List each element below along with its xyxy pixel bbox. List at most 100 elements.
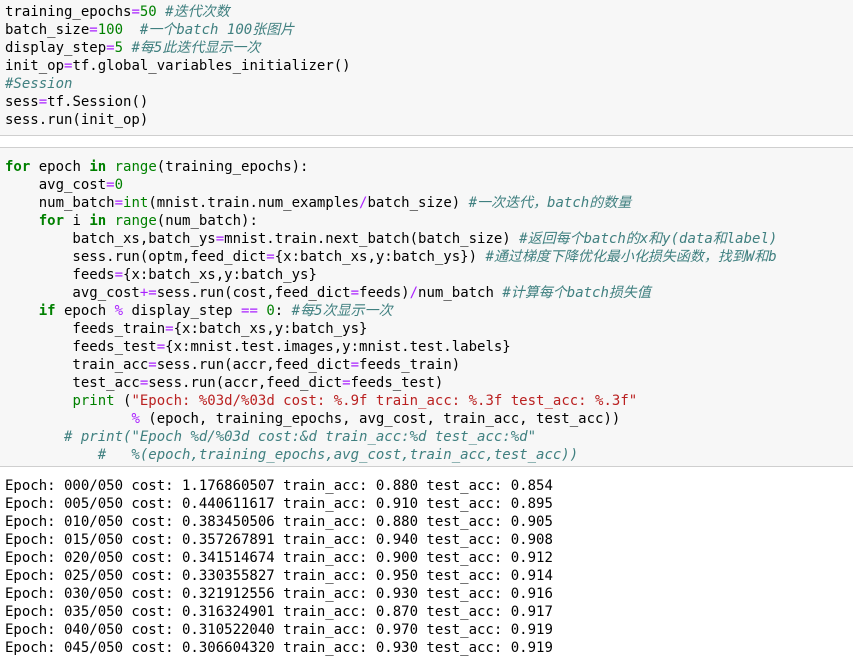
code-token: int xyxy=(123,195,149,211)
code-token: "Epoch: %03d/%03d cost: %.9f train_acc: … xyxy=(131,393,638,409)
code-line: feeds_test={x:mnist.test.images,y:mnist.… xyxy=(5,338,511,356)
code-line: if epoch % display_step == 0: #每5次显示一次 xyxy=(5,302,393,320)
code-line: train_acc=sess.run(accr,feed_dict=feeds_… xyxy=(5,356,460,374)
code-line: init_op=tf.global_variables_initializer(… xyxy=(5,57,351,75)
code-token: feeds_train) xyxy=(359,357,461,373)
code-token: % xyxy=(131,411,140,427)
code-line: % (epoch, training_epochs, avg_cost, tra… xyxy=(5,410,620,428)
code-cell-training-loop[interactable]: for epoch in range(training_epochs): avg… xyxy=(0,147,853,467)
code-token: train_acc xyxy=(5,357,149,373)
code-token: training_epochs xyxy=(5,4,132,20)
code-token: 50 xyxy=(139,4,157,20)
code-token: epoch xyxy=(55,303,115,319)
code-comment: # %(epoch,training_epochs,avg_cost,train… xyxy=(97,447,579,463)
code-comment: #一个batch 100张图片 xyxy=(139,22,295,38)
code-token: = xyxy=(106,40,115,56)
code-line: avg_cost=0 xyxy=(5,176,123,194)
code-token: tf.global_variables_initializer() xyxy=(72,58,351,74)
code-token: avg_cost xyxy=(5,285,140,301)
code-token: {x:batch_xs,y:batch_ys}) xyxy=(274,249,486,265)
cell-output: Epoch: 000/050 cost: 1.176860507 train_a… xyxy=(0,468,853,670)
code-token: for xyxy=(38,213,65,229)
output-line: Epoch: 040/050 cost: 0.310522040 train_a… xyxy=(5,622,553,638)
code-token: in xyxy=(89,213,107,229)
code-token: sess xyxy=(5,94,39,110)
code-token: display_step xyxy=(5,40,107,56)
code-token: (num_batch): xyxy=(156,213,258,229)
code-token: = xyxy=(131,4,140,20)
code-token: = xyxy=(350,357,360,373)
output-line: Epoch: 015/050 cost: 0.357267891 train_a… xyxy=(5,532,553,548)
code-token: = xyxy=(266,249,275,265)
code-token: batch_size) xyxy=(367,195,469,211)
output-line: Epoch: 020/050 cost: 0.341514674 train_a… xyxy=(5,550,553,566)
code-line: #Session xyxy=(5,75,72,93)
code-token: i xyxy=(64,213,90,229)
code-token: == xyxy=(241,303,258,319)
code-token: sess.run(accr,feed_dict xyxy=(156,357,351,373)
code-token: num_batch xyxy=(5,195,115,211)
code-comment: #计算每个batch损失值 xyxy=(502,285,651,301)
code-token: init_op xyxy=(5,58,65,74)
code-line: test_acc=sess.run(accr,feed_dict=feeds_t… xyxy=(5,374,443,392)
code-token: (training_epochs): xyxy=(156,159,309,175)
code-line: batch_size=100 #一个batch 100张图片 xyxy=(5,21,294,39)
code-token: sess.run(accr,feed_dict xyxy=(148,375,343,391)
code-token: mnist.train.next_batch(batch_size) xyxy=(224,231,520,247)
code-token: sess.run(init_op) xyxy=(5,112,149,128)
code-token: (mnist.train.num_examples xyxy=(148,195,360,211)
code-token: 0 xyxy=(114,177,124,193)
code-line: for epoch in range(training_epochs): xyxy=(5,158,308,176)
code-token: = xyxy=(38,94,48,110)
code-line: feeds_train={x:batch_xs,y:batch_ys} xyxy=(5,320,367,338)
code-token: feeds) xyxy=(359,285,410,301)
code-token: epoch xyxy=(30,159,90,175)
code-token: {x:batch_xs,y:batch_ys} xyxy=(123,267,317,283)
code-line: sess=tf.Session() xyxy=(5,93,148,111)
code-token: sess.run(cost,feed_dict xyxy=(156,285,351,301)
code-cell-config[interactable]: training_epochs=50 #迭代次数 batch_size=100 #… xyxy=(0,0,853,136)
code-comment: #每5此迭代显示一次 xyxy=(131,40,261,56)
code-token: if xyxy=(38,303,56,319)
code-line: sess.run(init_op) xyxy=(5,111,148,129)
output-line: Epoch: 035/050 cost: 0.316324901 train_a… xyxy=(5,604,553,620)
code-token: display_step xyxy=(123,303,242,319)
code-comment: # print("Epoch %d/%03d cost:&d train_acc… xyxy=(64,429,537,445)
code-token: feeds_test) xyxy=(350,375,444,391)
code-token: = xyxy=(350,285,360,301)
code-line: display_step=5 #每5此迭代显示一次 xyxy=(5,39,260,57)
code-token: = xyxy=(342,375,351,391)
code-token: sess.run(optm,feed_dict xyxy=(5,249,267,265)
output-line: Epoch: 045/050 cost: 0.306604320 train_a… xyxy=(5,640,553,656)
code-token: = xyxy=(156,339,166,355)
code-line: num_batch=int(mnist.train.num_examples/b… xyxy=(5,194,632,212)
code-comment: #通过梯度下降优化最小化损失函数，找到W和b xyxy=(485,249,777,265)
code-token: feeds_train xyxy=(5,321,166,337)
code-comment: #迭代次数 xyxy=(165,4,230,20)
code-token: avg_cost xyxy=(5,177,107,193)
code-token: = xyxy=(106,177,115,193)
code-token: {x:mnist.test.images,y:mnist.test.labels… xyxy=(165,339,511,355)
code-token: range xyxy=(114,213,157,229)
code-token: tf.Session() xyxy=(47,94,149,110)
code-line: # %(epoch,training_epochs,avg_cost,train… xyxy=(5,446,578,464)
output-line: Epoch: 010/050 cost: 0.383450506 train_a… xyxy=(5,514,553,530)
code-token: = xyxy=(148,357,157,373)
code-token: range xyxy=(114,159,157,175)
code-token: in xyxy=(89,159,107,175)
code-token: 0 xyxy=(266,303,275,319)
code-line: feeds={x:batch_xs,y:batch_ys} xyxy=(5,266,317,284)
code-line: print ("Epoch: %03d/%03d cost: %.9f trai… xyxy=(5,392,637,410)
code-token: = xyxy=(89,22,98,38)
code-token: num_batch xyxy=(418,285,503,301)
code-token: : xyxy=(274,303,292,319)
code-token: (epoch, training_epochs, avg_cost, train… xyxy=(139,411,621,427)
code-token: % xyxy=(114,303,124,319)
